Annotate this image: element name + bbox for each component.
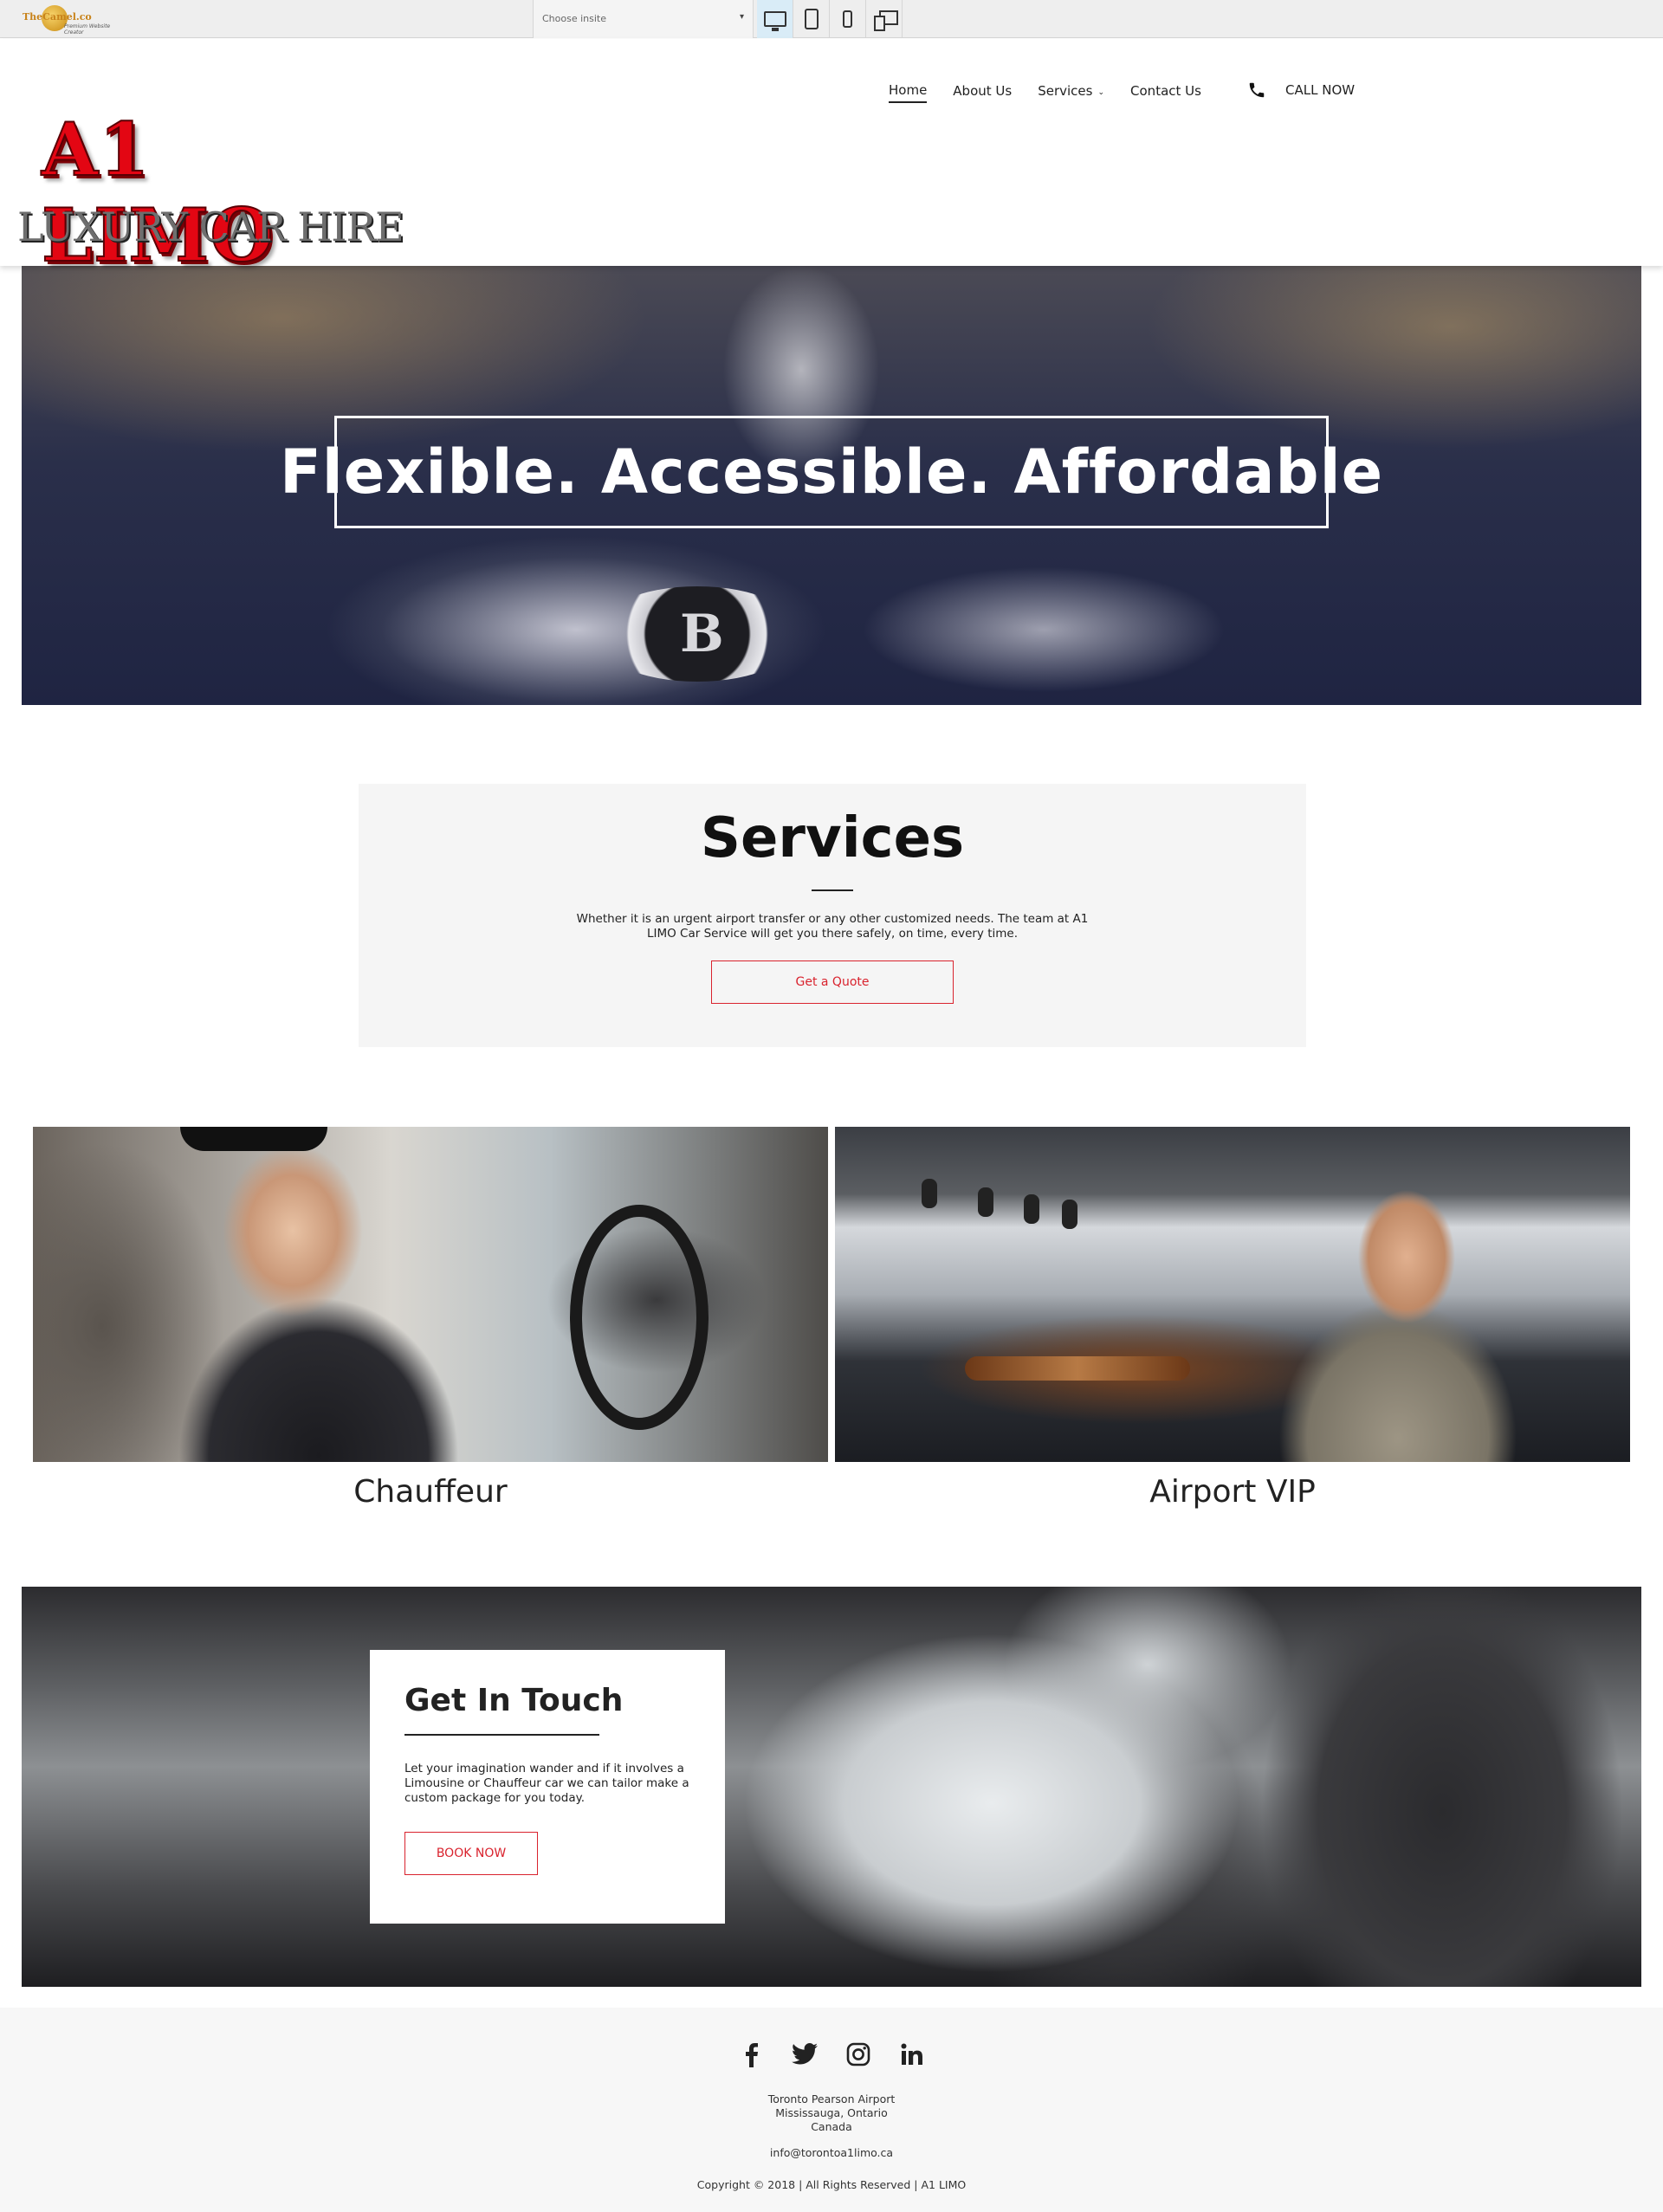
- get-in-touch-text: Let your imagination wander and if it in…: [404, 1762, 689, 1805]
- steering-wheel-shape: [570, 1205, 709, 1430]
- logo-title: A1 LIMO: [41, 106, 275, 279]
- footer-email-link[interactable]: info@torontoa1limo.ca: [0, 2146, 1663, 2159]
- call-now-link[interactable]: CALL NOW: [1247, 81, 1355, 100]
- nav-item-services-label: Services: [1038, 83, 1093, 99]
- wood-trim-shape: [965, 1356, 1190, 1381]
- get-in-touch-card: Get In Touch Let your imagination wander…: [370, 1650, 725, 1924]
- jet-window-shape: [922, 1179, 937, 1208]
- phone-icon: [843, 10, 852, 28]
- services-divider: [812, 889, 853, 891]
- tablet-view-button[interactable]: [793, 0, 830, 38]
- phone-view-button[interactable]: [830, 0, 866, 38]
- footer-address: Toronto Pearson Airport Mississauga, Ont…: [0, 2092, 1663, 2134]
- book-now-button[interactable]: BOOK NOW: [404, 1832, 538, 1875]
- hero-title: Flexible. Accessible. Affordable: [279, 437, 1384, 508]
- services-title: Services: [700, 806, 965, 870]
- address-line: Mississauga, Ontario: [775, 2106, 888, 2119]
- chauffeur-cap-shape: [180, 1127, 327, 1151]
- service-card-chauffeur[interactable]: Chauffeur: [33, 1127, 828, 1510]
- twitter-icon[interactable]: [791, 2041, 819, 2068]
- thecamel-logo-tagline: Premium Website Creator: [64, 23, 111, 36]
- nav-item-contact-us[interactable]: Contact Us: [1130, 83, 1201, 102]
- service-card-caption: Chauffeur: [353, 1474, 508, 1510]
- social-links: [0, 2041, 1663, 2068]
- nav-item-services[interactable]: Services ⌄: [1038, 83, 1104, 102]
- hero-banner: B Flexible. Accessible. Affordable: [22, 266, 1641, 705]
- site-select[interactable]: Choose insite ▾: [533, 0, 754, 38]
- facebook-icon[interactable]: [737, 2041, 765, 2068]
- services-intro: Services Whether it is an urgent airport…: [359, 784, 1306, 1047]
- address-line: Toronto Pearson Airport: [767, 2092, 896, 2105]
- jet-window-shape: [1062, 1200, 1077, 1229]
- footer-copyright: Copyright © 2018 | All Rights Reserved |…: [696, 2178, 967, 2191]
- hero-title-frame: Flexible. Accessible. Affordable: [280, 416, 1382, 528]
- logo-subtitle: LUXURY CAR HIRE: [17, 204, 404, 250]
- thecamel-logo-text: TheCamel.co: [23, 11, 92, 23]
- get-a-quote-button[interactable]: Get a Quote: [711, 960, 954, 1004]
- main-nav: Home About Us Services ⌄ Contact Us: [889, 82, 1227, 103]
- airport-vip-image: [835, 1127, 1630, 1462]
- bentley-badge-image: B: [593, 586, 801, 682]
- phone-handset-icon: [1249, 82, 1265, 98]
- call-now-label: CALL NOW: [1285, 82, 1356, 98]
- jet-window-shape: [1024, 1194, 1039, 1224]
- service-card-airport-vip[interactable]: Airport VIP: [835, 1127, 1630, 1510]
- chevron-down-icon: ⌄: [1097, 88, 1105, 97]
- jet-window-shape: [978, 1187, 993, 1217]
- get-in-touch-title: Get In Touch: [404, 1683, 624, 1718]
- desktop-view-button[interactable]: [757, 0, 793, 38]
- service-card-caption: Airport VIP: [1149, 1474, 1316, 1510]
- services-description: Whether it is an urgent airport transfer…: [576, 912, 1089, 941]
- chevron-down-icon: ▾: [739, 12, 744, 22]
- nav-item-about-us[interactable]: About Us: [953, 83, 1012, 102]
- nav-item-home[interactable]: Home: [889, 82, 928, 103]
- address-line: Canada: [811, 2120, 852, 2133]
- tablet-icon: [804, 9, 819, 29]
- get-in-touch-banner: Get In Touch Let your imagination wander…: [22, 1587, 1641, 1987]
- linkedin-icon[interactable]: [898, 2041, 926, 2068]
- multi-device-view-button[interactable]: [866, 0, 903, 38]
- site-logo[interactable]: A1 LIMO LUXURY CAR HIRE: [17, 106, 404, 279]
- get-in-touch-divider: [404, 1734, 599, 1736]
- thecamel-logo[interactable]: TheCamel.co Premium Website Creator: [23, 5, 118, 36]
- multi-device-icon: [873, 10, 898, 31]
- desktop-icon: [763, 11, 786, 31]
- preview-toolbar: TheCamel.co Premium Website Creator Choo…: [0, 0, 1663, 38]
- site-footer: Toronto Pearson Airport Mississauga, Ont…: [0, 2008, 1663, 2212]
- site-header: A1 LIMO LUXURY CAR HIRE Home About Us Se…: [0, 39, 1663, 279]
- instagram-icon[interactable]: [844, 2041, 872, 2068]
- chauffeur-image: [33, 1127, 828, 1462]
- site-select-placeholder: Choose insite: [542, 13, 607, 24]
